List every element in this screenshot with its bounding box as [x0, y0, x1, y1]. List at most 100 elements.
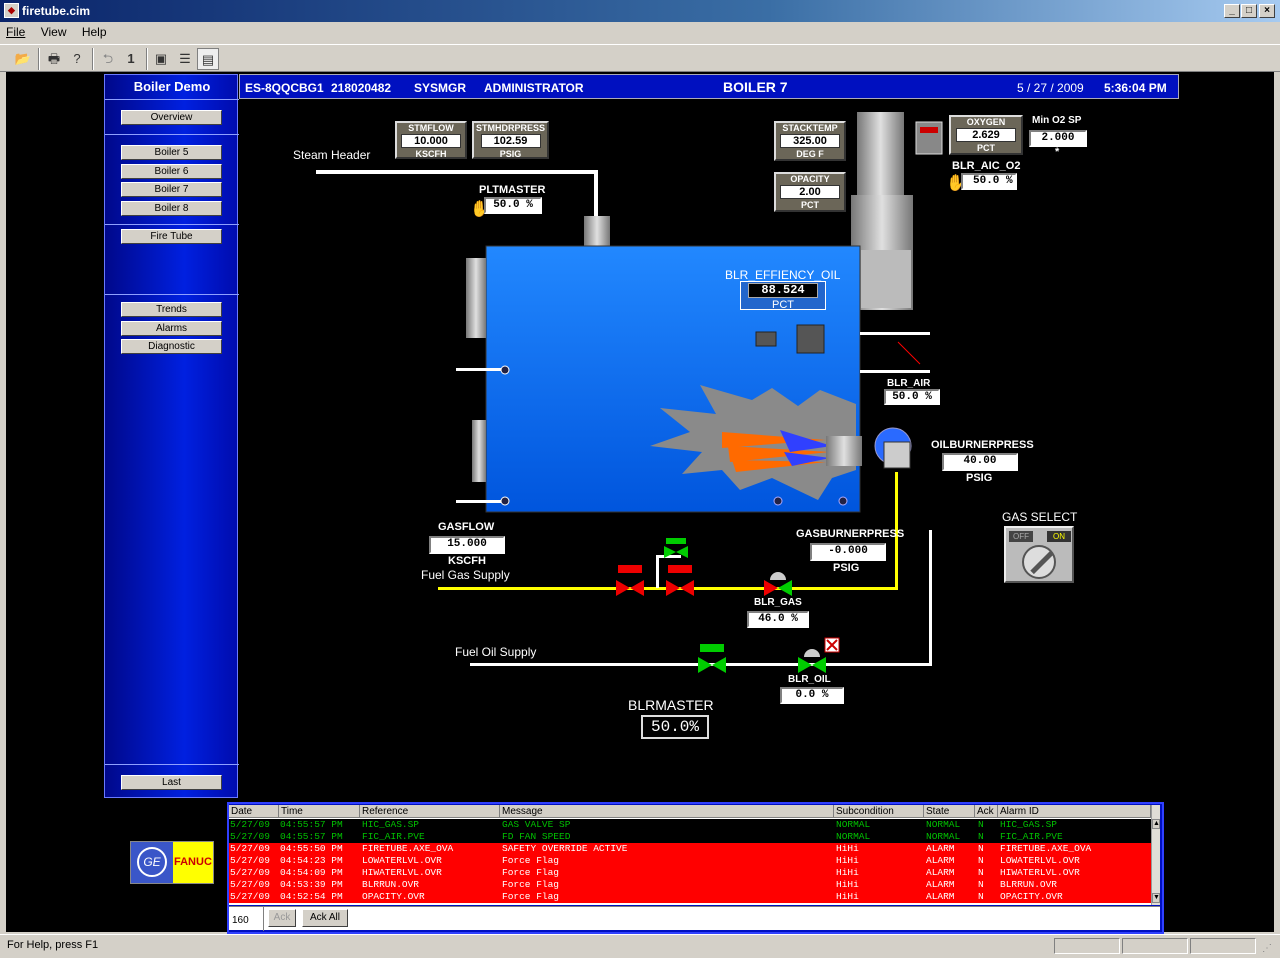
alarm-cell-id: HIC_GAS.SP: [1000, 819, 1058, 830]
stmhdrpress-value: 102.59: [480, 134, 541, 148]
alarm-cell-ref: HIWATERLVL.OVR: [362, 867, 442, 878]
blr-oil-valve: [798, 649, 826, 673]
scroll-down-icon[interactable]: ▼: [1152, 893, 1160, 903]
alarm-row[interactable]: 5/27/09 04:55:57 PM HIC_GAS.SP GAS VALVE SP…: [229, 819, 1151, 831]
alarm-cell-ack: N: [978, 831, 984, 842]
col-time[interactable]: Time: [279, 805, 360, 818]
gas-select-off: OFF: [1009, 531, 1033, 542]
blr-gas-value[interactable]: 46.0 %: [747, 611, 809, 628]
col-subcondition[interactable]: Subcondition: [834, 805, 924, 818]
blr-aic-o2-value[interactable]: 50.0 %: [961, 173, 1017, 190]
scroll-up-icon[interactable]: ▲: [1152, 819, 1160, 829]
ge-logo-icon: GE: [131, 842, 173, 883]
min-o2-sp-label: Min O2 SP: [1032, 115, 1082, 126]
min-o2-sp-value[interactable]: 2.000: [1029, 130, 1087, 147]
stmhdrpress-panel: STMHDRPRESS 102.59 PSIG: [472, 121, 549, 159]
pltmaster-label: PLTMASTER: [479, 184, 546, 196]
oxygen-label: OXYGEN: [966, 117, 1006, 127]
blr-air-label: BLR_AIR: [887, 378, 931, 389]
alarm-cell-id: HIWATERLVL.OVR: [1000, 867, 1080, 878]
alarm-cell-sub: HiHi: [836, 843, 859, 854]
alarm-cell-state: ALARM: [926, 855, 955, 866]
ge-fanuc-logo: GE FANUC: [130, 841, 214, 884]
steam-header-label: Steam Header: [293, 148, 371, 162]
alarm-row[interactable]: 5/27/09 04:55:57 PM FIC_AIR.PVE FD FAN SPEE…: [229, 831, 1151, 843]
alarm-cell-state: ALARM: [926, 843, 955, 854]
oilburnerpress-unit: PSIG: [966, 472, 993, 484]
alarm-cell-state: NORMAL: [926, 819, 961, 830]
col-state[interactable]: State: [924, 805, 975, 818]
gasburnerpress-unit: PSIG: [833, 562, 860, 574]
alarm-row[interactable]: 5/27/09 04:55:50 PM FIRETUBE.AXE_OVA SAFETY…: [229, 843, 1151, 855]
gasflow-label: GASFLOW: [438, 521, 495, 533]
stacktemp-label: STACKTEMP: [782, 123, 838, 133]
gas-valve-1: [616, 565, 644, 596]
alarm-cell-sub: HiHi: [836, 855, 859, 866]
gasburnerpress-label: GASBURNERPRESS: [796, 528, 905, 540]
alarm-cell-date: 5/27/09: [230, 819, 270, 830]
alarm-cell-date: 5/27/09: [230, 867, 270, 878]
alarm-cell-ref: OPACITY.OVR: [362, 891, 425, 902]
oilburnerpress-label: OILBURNERPRESS: [931, 439, 1034, 451]
resize-grip-icon[interactable]: ⋰: [1262, 943, 1272, 954]
alarm-cell-ack: N: [978, 879, 984, 890]
gas-select-switch[interactable]: OFF ON: [1004, 526, 1074, 583]
alarm-row[interactable]: 5/27/09 04:52:54 PM OPACITY.OVR Force Flag H…: [229, 891, 1151, 903]
blr-aic-o2-label: BLR_AIC_O2: [952, 160, 1021, 172]
oilburnerpress-value: 40.00: [942, 453, 1018, 471]
alarm-cell-ack: N: [978, 819, 984, 830]
blrmaster-label: BLRMASTER: [628, 697, 714, 713]
alarm-cell-time: 04:54:23 PM: [280, 855, 343, 866]
alarm-cell-time: 04:52:54 PM: [280, 891, 343, 902]
opacity-unit: PCT: [801, 200, 819, 210]
col-date[interactable]: Date: [229, 805, 279, 818]
analyzer-icon: [915, 121, 943, 155]
alarm-cell-state: ALARM: [926, 879, 955, 890]
stmflow-label: STMFLOW: [408, 123, 454, 133]
col-message[interactable]: Message: [500, 805, 834, 818]
steam-header-pipe: [316, 170, 598, 174]
alarm-table-header: Date Time Reference Message Subcondition…: [229, 805, 1151, 818]
alarm-cell-msg: Force Flag: [502, 855, 560, 866]
blr-effiency-label: BLR_EFFIENCY_OIL: [725, 268, 841, 282]
pltmaster-value[interactable]: 50.0 %: [484, 197, 542, 214]
blrmaster-value[interactable]: 50.0%: [641, 715, 709, 739]
alarm-cell-state: NORMAL: [926, 831, 961, 842]
oxygen-panel: OXYGEN 2.629 PCT: [949, 115, 1023, 155]
alarm-cell-msg: Force Flag: [502, 867, 560, 878]
alarm-scrollbar[interactable]: ▲ ▼: [1151, 805, 1160, 905]
col-alarm-id[interactable]: Alarm ID: [998, 805, 1151, 818]
alarm-cell-id: LOWATERLVL.OVR: [1000, 855, 1080, 866]
alarm-cell-msg: Force Flag: [502, 891, 560, 902]
front-hatch-lower: [472, 420, 486, 482]
alarm-cell-msg: GAS VALVE SP: [502, 819, 571, 830]
ack-all-button[interactable]: Ack All: [302, 909, 348, 927]
process-diagram: ✋ ✋: [316, 112, 966, 673]
alarm-cell-date: 5/27/09: [230, 843, 270, 854]
col-ack[interactable]: Ack: [975, 805, 998, 818]
stmflow-unit: KSCFH: [415, 149, 447, 159]
alarm-cell-sub: HiHi: [836, 867, 859, 878]
blr-oil-value[interactable]: 0.0 %: [780, 687, 844, 704]
alarm-row[interactable]: 5/27/09 04:54:09 PM HIWATERLVL.OVR Force Fl…: [229, 867, 1151, 879]
blr-effiency-unit: PCT: [772, 299, 794, 311]
alarm-cell-msg: SAFETY OVERRIDE ACTIVE: [502, 843, 628, 854]
alarm-count: 160: [232, 915, 249, 926]
stmflow-value: 10.000: [401, 134, 461, 148]
alarm-cell-time: 04:55:57 PM: [280, 831, 343, 842]
col-reference[interactable]: Reference: [360, 805, 500, 818]
stmhdrpress-unit: PSIG: [499, 149, 522, 159]
opacity-panel: OPACITY 2.00 PCT: [774, 172, 846, 212]
alarm-cell-sub: HiHi: [836, 879, 859, 890]
alarm-row[interactable]: 5/27/09 04:54:23 PM LOWATERLVL.OVR Force Fl…: [229, 855, 1151, 867]
alarm-cell-ref: FIC_AIR.PVE: [362, 831, 425, 842]
alarm-row[interactable]: 5/27/09 04:53:39 PM BLRRUN.OVR Force Flag Hi…: [229, 879, 1151, 891]
blr-air-value[interactable]: 50.0 %: [884, 389, 940, 405]
alarm-cell-state: ALARM: [926, 891, 955, 902]
alarm-cell-msg: Force Flag: [502, 879, 560, 890]
fuel-oil-supply-label: Fuel Oil Supply: [455, 645, 537, 659]
alarm-cell-sub: NORMAL: [836, 831, 871, 842]
front-hatch-upper: [466, 258, 486, 338]
ack-button[interactable]: Ack: [268, 909, 296, 927]
oxygen-value: 2.629: [956, 128, 1016, 142]
